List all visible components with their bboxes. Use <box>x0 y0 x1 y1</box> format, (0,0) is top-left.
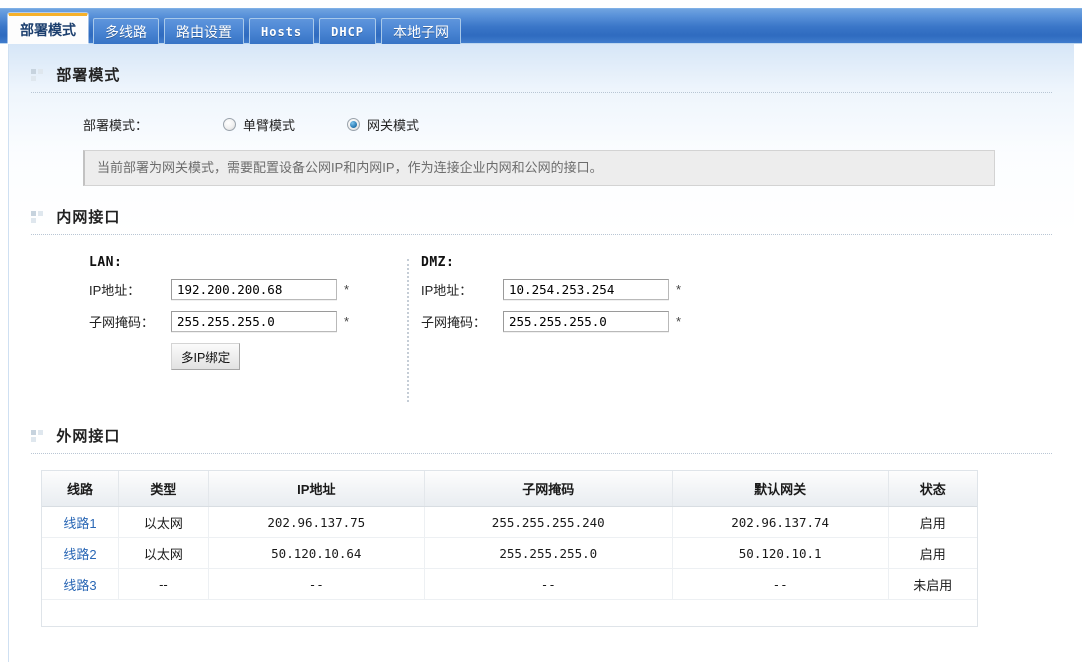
section-title-external-interface: 外网接口 <box>56 428 121 445</box>
deploy-mode-option-1[interactable]: 单臂模式 <box>223 115 295 134</box>
status-badge: 未启用 <box>888 568 977 600</box>
section-title-deploy-mode: 部署模式 <box>56 67 121 84</box>
tab-4[interactable]: Hosts <box>249 18 315 45</box>
status-badge: 启用 <box>888 537 977 569</box>
table-row: 线路1 以太网 202.96.137.75 255.255.255.240 202.96… <box>42 506 977 538</box>
dmz-mask-required-mark: * <box>676 314 682 329</box>
table-column-header: 类型 <box>118 471 209 507</box>
table-cell-line[interactable]: 线路2 <box>42 537 119 569</box>
table-cell-line[interactable]: 线路3 <box>42 568 119 600</box>
section-header-deploy-mode: 部署模式 <box>31 64 1052 93</box>
app-window: 部署模式 多线路 路由设置 Hosts DHCP 本地子网 部署模式 部署模式： 单臂模式… <box>0 0 1082 662</box>
internal-interfaces: LAN: IP地址： * 子网掩码： * 多IP绑定 DMZ: <box>31 255 1052 405</box>
lan-mask-field-row: 子网掩码： * <box>89 311 349 332</box>
dmz-title: DMZ: <box>421 255 455 270</box>
lan-ip-label: IP地址： <box>89 283 141 298</box>
table-column-header: 线路 <box>42 471 119 507</box>
lan-mask-required-mark: * <box>344 314 350 329</box>
tab-label: Hosts <box>261 25 303 39</box>
table-column-header: 状态 <box>888 471 977 507</box>
section-title-internal-interface: 内网接口 <box>56 209 121 226</box>
dmz-mask-field-row: 子网掩码： * <box>421 311 681 332</box>
table-cell-mask: 255.255.255.0 <box>424 537 673 569</box>
lan-ip-field-row: IP地址： * <box>89 279 349 300</box>
dmz-mask-input[interactable] <box>503 311 669 332</box>
wan-interface-table: 线路 类型 IP地址 子网掩码 默认网关 状态 线路1 以太网 202.96.137.75 25… <box>42 471 977 600</box>
table-footer-spacer <box>42 600 977 626</box>
table-column-header: 默认网关 <box>672 471 889 507</box>
lan-mask-label: 子网掩码： <box>89 315 155 330</box>
tab-6[interactable]: 本地子网 <box>381 18 462 45</box>
section-marker-icon <box>31 429 45 442</box>
dmz-ip-input[interactable] <box>503 279 669 300</box>
table-cell-mask: -- <box>424 568 673 600</box>
tab-5[interactable]: DHCP <box>319 18 377 45</box>
table-cell-line[interactable]: 线路1 <box>42 506 119 538</box>
tab-list: 部署模式 多线路 路由设置 Hosts DHCP 本地子网 <box>8 13 462 45</box>
tab-1[interactable]: 部署模式 <box>8 13 88 45</box>
deploy-mode-option-label: 网关模式 <box>367 118 420 133</box>
status-badge: 启用 <box>888 506 977 538</box>
tab-label: 本地子网 <box>393 24 450 40</box>
dmz-ip-required-mark: * <box>676 282 682 297</box>
line-link[interactable]: 线路2 <box>63 547 96 562</box>
deploy-mode-row: 部署模式： 单臂模式 网关模式 <box>83 115 1052 134</box>
tab-3[interactable]: 路由设置 <box>164 18 244 45</box>
dmz-ip-field-row: IP地址： * <box>421 279 681 300</box>
section-header-internal-interface: 内网接口 <box>31 206 1052 235</box>
section-marker-icon <box>31 68 45 81</box>
lan-title: LAN: <box>89 255 123 270</box>
tab-2[interactable]: 多线路 <box>93 18 159 45</box>
line-link[interactable]: 线路1 <box>63 516 96 531</box>
table-cell-gateway: 202.96.137.74 <box>672 506 889 538</box>
table-header-row: 线路 类型 IP地址 子网掩码 默认网关 状态 <box>42 471 977 507</box>
wan-table-container: 线路 类型 IP地址 子网掩码 默认网关 状态 线路1 以太网 202.96.137.75 25… <box>41 470 978 627</box>
section-header-external-interface: 外网接口 <box>31 425 1052 454</box>
tab-label: 部署模式 <box>20 22 76 38</box>
table-column-header: 子网掩码 <box>424 471 673 507</box>
deploy-mode-info-note: 当前部署为网关模式，需要配置设备公网IP和内网IP，作为连接企业内网和公网的接口… <box>83 150 995 186</box>
table-row: 线路2 以太网 50.120.10.64 255.255.255.0 50.120.10… <box>42 537 977 569</box>
table-cell-type: 以太网 <box>118 506 209 538</box>
dmz-interface-group: DMZ: IP地址： * 子网掩码： * <box>421 255 681 343</box>
table-cell-type: 以太网 <box>118 537 209 569</box>
table-cell-ip: 202.96.137.75 <box>208 506 425 538</box>
multi-ip-binding-button[interactable]: 多IP绑定 <box>171 343 241 370</box>
table-cell-ip: 50.120.10.64 <box>208 537 425 569</box>
lan-ip-required-mark: * <box>344 282 350 297</box>
table-body: 线路1 以太网 202.96.137.75 255.255.255.240 202.96… <box>42 506 977 600</box>
lan-ip-input[interactable] <box>171 279 337 300</box>
lan-interface-group: LAN: IP地址： * 子网掩码： * 多IP绑定 <box>89 255 349 370</box>
dmz-ip-label: IP地址： <box>421 283 473 298</box>
deploy-mode-label: 部署模式： <box>83 118 149 133</box>
section-marker-icon <box>31 210 45 223</box>
dmz-mask-label: 子网掩码： <box>421 315 487 330</box>
lan-mask-input[interactable] <box>171 311 337 332</box>
tab-label: 路由设置 <box>176 24 232 40</box>
content-panel: 部署模式 部署模式： 单臂模式 网关模式 当前部署为网关模式，需要配置设备公网IP… <box>8 44 1074 662</box>
tab-bar: 部署模式 多线路 路由设置 Hosts DHCP 本地子网 <box>0 8 1082 45</box>
table-row: 线路3 -- -- -- -- 未启用 <box>42 568 977 600</box>
table-cell-gateway: 50.120.10.1 <box>672 537 889 569</box>
tab-label: DHCP <box>331 25 365 39</box>
radio-icon[interactable] <box>347 118 361 131</box>
table-cell-gateway: -- <box>672 568 889 600</box>
tab-label: 多线路 <box>105 24 147 40</box>
table-cell-mask: 255.255.255.240 <box>424 506 673 538</box>
deploy-mode-option-2[interactable]: 网关模式 <box>347 115 419 134</box>
table-cell-ip: -- <box>208 568 425 600</box>
line-link[interactable]: 线路3 <box>63 578 96 593</box>
deploy-mode-option-label: 单臂模式 <box>243 118 296 133</box>
vertical-divider <box>407 259 409 402</box>
table-cell-type: -- <box>118 568 209 600</box>
deploy-mode-radio-group: 单臂模式 网关模式 <box>223 115 471 134</box>
radio-icon[interactable] <box>223 118 236 131</box>
table-column-header: IP地址 <box>208 471 425 507</box>
